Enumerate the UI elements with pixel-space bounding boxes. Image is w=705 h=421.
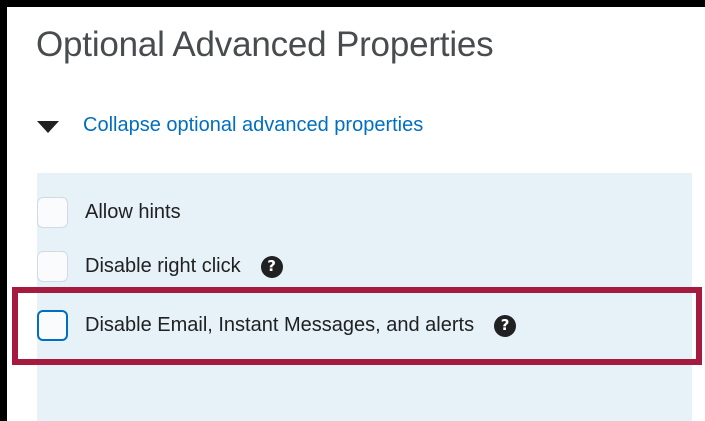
collapse-advanced-properties-toggle[interactable]: Collapse optional advanced properties: [37, 108, 423, 142]
disable-right-click-label[interactable]: Disable right click: [85, 255, 241, 278]
section-title: Optional Advanced Properties: [36, 25, 494, 64]
option-allow-hints[interactable]: Allow hints: [37, 197, 181, 228]
screenshot-frame-top: [0, 0, 705, 7]
caret-down-icon[interactable]: [37, 121, 59, 133]
allow-hints-label[interactable]: Allow hints: [85, 201, 181, 224]
allow-hints-checkbox[interactable]: [37, 197, 68, 228]
disable-right-click-checkbox[interactable]: [37, 251, 68, 282]
question-circle-icon[interactable]: ?: [260, 255, 283, 278]
highlight-annotation-box: [12, 287, 702, 365]
option-disable-right-click[interactable]: Disable right click ?: [37, 251, 283, 282]
collapse-advanced-properties-link[interactable]: Collapse optional advanced properties: [83, 114, 423, 137]
screenshot-frame-left: [0, 0, 7, 421]
